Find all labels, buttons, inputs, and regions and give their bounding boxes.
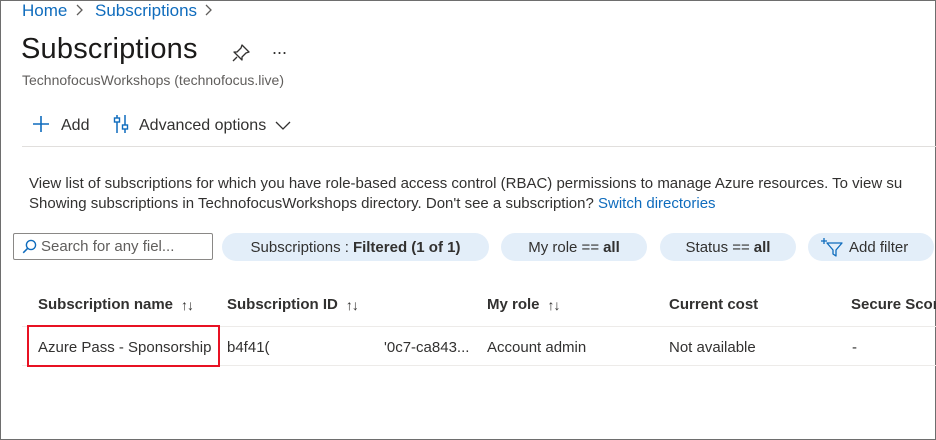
column-header-label: My role (487, 296, 540, 313)
add-filter-icon (820, 237, 844, 257)
chevron-down-icon (275, 117, 291, 135)
filter-status-value: all (753, 238, 771, 256)
sort-icon: ↑↓ (547, 296, 561, 313)
column-header-label: Subscription name (38, 296, 174, 313)
subscription-id-start: b4f41( (227, 339, 270, 356)
filter-role-label: My role == (528, 238, 600, 256)
highlight-box (27, 325, 220, 367)
add-button[interactable]: Add (32, 115, 89, 137)
add-filter-label: Add filter (849, 238, 909, 256)
advanced-options-button[interactable]: Advanced options (113, 114, 291, 139)
column-header-subscription-name[interactable]: Subscription name ↑↓ (38, 296, 194, 313)
filter-pill-subscriptions[interactable]: Subscriptions : Filtered (1 of 1) (222, 233, 489, 261)
column-header-label: Current cost (669, 296, 759, 313)
equalizer-icon (113, 114, 129, 139)
current-cost-cell: Not available (669, 339, 756, 356)
directory-info: Showing subscriptions in TechnofocusWork… (29, 195, 716, 212)
my-role-cell: Account admin (487, 339, 587, 356)
add-label: Add (61, 117, 90, 134)
filter-subscriptions-value: Filtered (1 of 1) (352, 238, 461, 256)
pin-icon[interactable] (231, 43, 251, 68)
filter-status-label: Status == (685, 238, 750, 256)
window-frame (0, 0, 936, 440)
filter-pill-role[interactable]: My role == all (501, 233, 647, 261)
advanced-options-label: Advanced options (139, 117, 267, 134)
sort-icon: ↑↓ (345, 296, 359, 313)
add-filter-button[interactable]: Add filter (808, 233, 934, 261)
more-options-button[interactable]: ... (272, 38, 287, 59)
search-placeholder: Search for any fiel... (41, 238, 175, 255)
column-header-subscription-id[interactable]: Subscription ID ↑↓ (227, 296, 359, 313)
plus-icon (32, 115, 50, 138)
page-subtitle: TechnofocusWorkshops (technofocus.live) (22, 72, 284, 88)
search-icon (22, 239, 37, 254)
page-title: Subscriptions (21, 33, 198, 65)
column-header-my-role[interactable]: My role ↑↓ (487, 296, 561, 313)
subscription-id-end: '0c7-ca843... (384, 339, 470, 356)
breadcrumb-home[interactable]: Home (22, 1, 67, 21)
breadcrumb-subscriptions[interactable]: Subscriptions (95, 1, 197, 21)
filter-role-value: all (603, 238, 620, 256)
filter-pill-status[interactable]: Status == all (660, 233, 796, 261)
filter-subscriptions-label: Subscriptions : (250, 238, 349, 256)
column-header-secure-score[interactable]: Secure Scor (851, 296, 936, 313)
directory-info-text: Showing subscriptions in TechnofocusWork… (29, 195, 594, 212)
chevron-right-icon (204, 2, 214, 23)
column-header-label: Secure Scor (851, 296, 936, 313)
secure-score-cell: - (852, 339, 857, 356)
column-header-current-cost[interactable]: Current cost (669, 296, 758, 313)
column-header-label: Subscription ID (227, 296, 338, 313)
chevron-right-icon (75, 2, 85, 23)
toolbar-divider (22, 146, 936, 147)
switch-directories-link[interactable]: Switch directories (598, 195, 716, 212)
sort-icon: ↑↓ (181, 296, 194, 313)
search-input[interactable]: Search for any fiel... (13, 233, 213, 260)
description-text: View list of subscriptions for which you… (29, 175, 903, 192)
